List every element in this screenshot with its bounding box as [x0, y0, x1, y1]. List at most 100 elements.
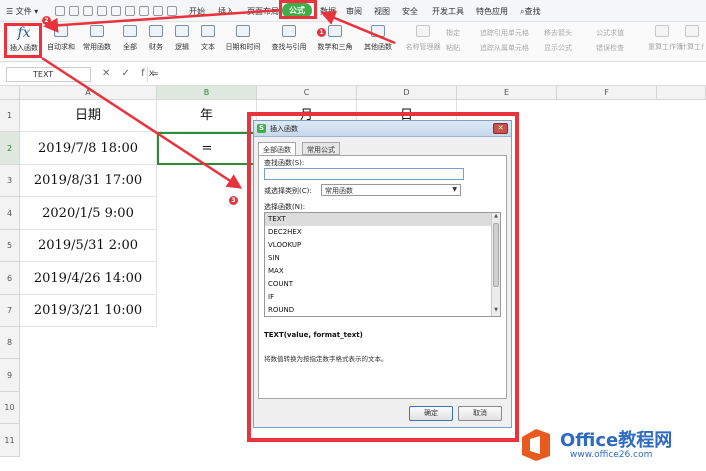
text-button[interactable]: 文本 [196, 25, 220, 57]
scroll-down-icon[interactable]: ▼ [492, 307, 500, 316]
tab-view[interactable]: 视图 [374, 6, 390, 17]
row-header-6[interactable]: 6 [0, 262, 20, 295]
customize-icon[interactable] [167, 6, 177, 16]
scroll-thumb[interactable] [493, 223, 499, 287]
paste-item[interactable]: 粘贴 [446, 43, 460, 53]
row-header-1[interactable]: 1 [0, 100, 20, 132]
dialog-titlebar[interactable]: S 插入函数 ✕ [254, 121, 511, 137]
app-logo-icon: S [257, 124, 266, 133]
cell-a6[interactable]: 2019/4/26 14:00 [20, 262, 157, 295]
all-functions-button[interactable]: 全部 [118, 25, 142, 57]
row-header-5[interactable]: 5 [0, 230, 20, 262]
file-menu[interactable]: ☰ 文件 ▾ [6, 6, 38, 17]
row-header-2[interactable]: 2 [0, 132, 20, 165]
new-file-icon[interactable] [55, 6, 65, 16]
tab-developer[interactable]: 开发工具 [432, 6, 464, 17]
tab-insert[interactable]: 插入 [218, 6, 234, 17]
common-functions-button[interactable]: 常用函数 [80, 25, 114, 57]
cell-a7[interactable]: 2019/3/21 10:00 [20, 295, 157, 327]
tab-data[interactable]: 数据 [320, 6, 336, 17]
list-item[interactable]: SIN [265, 252, 500, 265]
search-function-label: 查找函数(S): [264, 159, 305, 167]
col-header-a[interactable]: A [20, 86, 157, 100]
search-tab[interactable]: ⌕查找 [520, 6, 540, 17]
open-file-icon[interactable] [69, 6, 79, 16]
row-header-10[interactable]: 10 [0, 392, 20, 424]
select-all-corner[interactable] [0, 86, 20, 100]
col-header-b[interactable]: B [157, 86, 257, 100]
datetime-label: 日期和时间 [225, 43, 261, 51]
list-item-selected[interactable]: TEXT [265, 213, 500, 226]
tab-review[interactable]: 审阅 [346, 6, 362, 17]
save-icon[interactable] [83, 6, 93, 16]
evaluate-formula[interactable]: 公式求值 [596, 28, 624, 38]
calc-sheet-button[interactable]: 计算工作表 [680, 25, 704, 57]
recalc-button[interactable]: 重算工作簿 [648, 25, 683, 57]
row-header-11[interactable]: 11 [0, 424, 20, 457]
step-badge-1: 1 [317, 28, 326, 37]
cell-a2[interactable]: 2019/7/8 18:00 [20, 132, 157, 165]
list-scrollbar[interactable]: ▲ ▼ [491, 213, 500, 316]
function-list[interactable]: TEXT DEC2HEX VLOOKUP SIN MAX COUNT IF RO… [264, 212, 501, 317]
tab-security[interactable]: 安全 [402, 6, 418, 17]
row-header-7[interactable]: 7 [0, 295, 20, 327]
list-item[interactable]: VLOOKUP [265, 239, 500, 252]
col-header-d[interactable]: D [357, 86, 457, 100]
cell-a5[interactable]: 2019/5/31 2:00 [20, 230, 157, 262]
cell-b2-active[interactable]: = [157, 132, 257, 165]
tab-start[interactable]: 开始 [189, 6, 205, 17]
assign-item[interactable]: 指定 [446, 28, 460, 38]
search-function-input[interactable] [264, 168, 464, 180]
logic-button[interactable]: 逻辑 [170, 25, 194, 57]
col-header-c[interactable]: C [257, 86, 357, 100]
export-icon[interactable] [125, 6, 135, 16]
col-header-e[interactable]: E [457, 86, 557, 100]
redo-icon[interactable] [153, 6, 163, 16]
list-item[interactable]: IF [265, 291, 500, 304]
formula-input[interactable]: = [147, 67, 702, 82]
common-functions-label: 常用函数 [83, 43, 111, 51]
name-manager-button[interactable]: 名称管理器 [404, 25, 442, 57]
list-item[interactable]: COUNT [265, 278, 500, 291]
step-badge-3: 3 [229, 196, 238, 205]
tab-special[interactable]: 特色应用 [476, 6, 508, 17]
close-icon[interactable]: ✕ [493, 123, 508, 134]
name-box[interactable]: TEXT [6, 67, 91, 82]
cell-a3[interactable]: 2019/8/31 17:00 [20, 165, 157, 197]
tab-all-functions[interactable]: 全部函数 [258, 142, 296, 156]
datetime-button[interactable]: 日期和时间 [222, 25, 264, 57]
print-icon[interactable] [97, 6, 107, 16]
col-header-f[interactable]: F [557, 86, 657, 100]
autosum-button[interactable]: 自动求和 [44, 25, 78, 57]
row-header-4[interactable]: 4 [0, 197, 20, 230]
list-item[interactable]: ROUND [265, 304, 500, 316]
row-header-3[interactable]: 3 [0, 165, 20, 197]
cancel-button[interactable]: 取消 [458, 406, 502, 421]
show-formulas[interactable]: 显示公式 [544, 43, 572, 53]
error-check[interactable]: 错误检查 [596, 43, 624, 53]
col-header-g[interactable] [657, 86, 706, 100]
tab-common-formulas[interactable]: 常用公式 [302, 142, 340, 155]
formula-bar: TEXT ✕ ✓ fx = [0, 62, 706, 86]
tab-page-layout[interactable]: 页面布局 [247, 6, 279, 17]
other-functions-label: 其他函数 [364, 43, 392, 51]
list-item[interactable]: MAX [265, 265, 500, 278]
list-item[interactable]: DEC2HEX [265, 226, 500, 239]
undo-icon[interactable] [139, 6, 149, 16]
preview-icon[interactable] [111, 6, 121, 16]
remove-arrows[interactable]: 移去箭头 [544, 28, 572, 38]
cell-a1[interactable]: 日期 [20, 100, 157, 132]
trace-dependents[interactable]: 追踪从属单元格 [480, 43, 529, 53]
name-manager-icon [416, 25, 430, 37]
row-header-8[interactable]: 8 [0, 327, 20, 359]
finance-button[interactable]: 财务 [144, 25, 168, 57]
row-header-9[interactable]: 9 [0, 359, 20, 392]
lookup-button[interactable]: 查找与引用 [268, 25, 310, 57]
other-functions-button[interactable]: 其他函数 [360, 25, 396, 57]
scroll-up-icon[interactable]: ▲ [492, 213, 500, 222]
cell-b1[interactable]: 年 [157, 100, 257, 132]
trace-precedents[interactable]: 追踪引用单元格 [480, 28, 529, 38]
ok-button[interactable]: 确定 [409, 406, 453, 421]
category-select[interactable]: 常用函数 ▼ [321, 184, 461, 196]
cell-a4[interactable]: 2020/1/5 9:00 [20, 197, 157, 230]
